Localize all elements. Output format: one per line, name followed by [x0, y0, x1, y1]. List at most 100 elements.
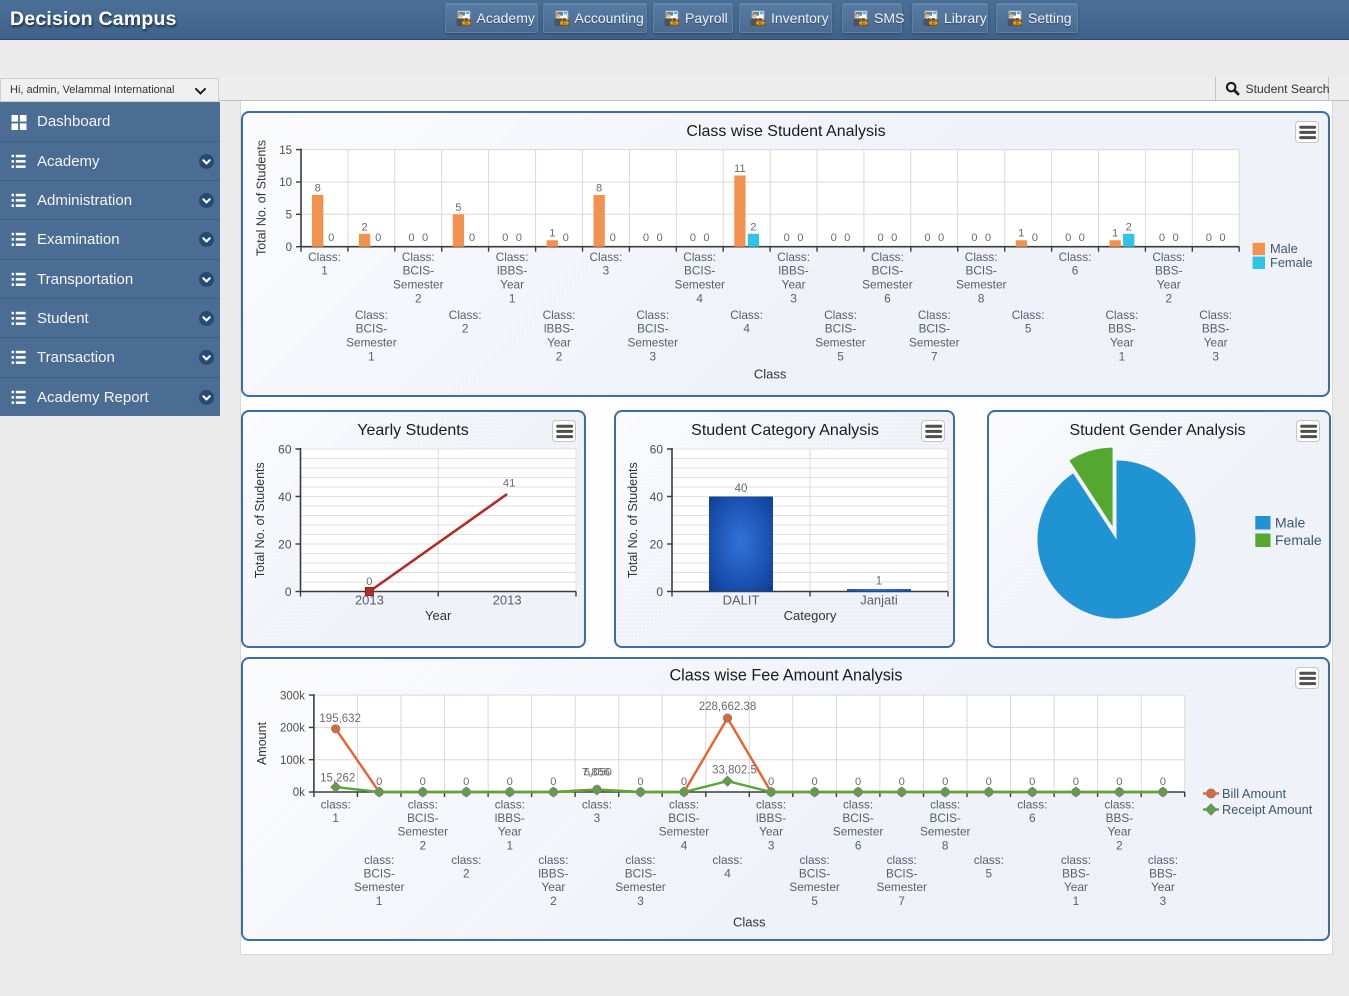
- svg-text:0: 0: [811, 776, 817, 788]
- svg-text:0: 0: [420, 776, 426, 788]
- svg-text:Male: Male: [1275, 515, 1306, 531]
- svg-text:class:: class:: [582, 797, 612, 811]
- svg-text:0: 0: [328, 232, 334, 244]
- svg-text:60: 60: [278, 442, 292, 456]
- svg-text:1: 1: [376, 893, 383, 907]
- svg-text:Class:: Class:: [1152, 249, 1185, 263]
- svg-text:0: 0: [942, 776, 948, 788]
- svg-text:class:: class:: [538, 853, 568, 867]
- svg-text:Year: Year: [498, 824, 522, 838]
- svg-text:Total No. of Students: Total No. of Students: [255, 139, 269, 255]
- svg-text:BCIS-: BCIS-: [637, 321, 669, 335]
- svg-text:6: 6: [1072, 263, 1079, 277]
- svg-text:Class:: Class:: [1199, 307, 1232, 321]
- svg-text:Class:: Class:: [449, 307, 482, 321]
- svg-text:200k: 200k: [280, 722, 305, 734]
- svg-text:0: 0: [924, 232, 930, 244]
- svg-text:15: 15: [279, 144, 292, 156]
- svg-text:Year: Year: [547, 335, 571, 349]
- svg-text:BCIS-: BCIS-: [668, 811, 700, 825]
- svg-text:0: 0: [703, 232, 709, 244]
- svg-text:6: 6: [855, 838, 862, 852]
- svg-text:BBS-: BBS-: [1108, 321, 1136, 335]
- svg-text:class:: class:: [1061, 853, 1091, 867]
- svg-text:0: 0: [285, 585, 292, 599]
- svg-text:2013: 2013: [493, 593, 522, 608]
- svg-text:BCIS-: BCIS-: [842, 811, 874, 825]
- svg-text:1: 1: [549, 227, 555, 239]
- svg-text:Year: Year: [1204, 335, 1228, 349]
- svg-text:41: 41: [503, 478, 515, 490]
- svg-text:Year: Year: [1151, 880, 1175, 894]
- svg-text:BCIS-: BCIS-: [929, 811, 961, 825]
- svg-text:0: 0: [986, 776, 992, 788]
- svg-text:Class wise Student Analysis: Class wise Student Analysis: [686, 123, 885, 140]
- svg-text:1: 1: [321, 263, 328, 277]
- svg-text:5: 5: [286, 209, 292, 221]
- svg-text:Semester: Semester: [815, 335, 866, 349]
- svg-text:8: 8: [942, 838, 949, 852]
- svg-text:60: 60: [649, 442, 663, 456]
- svg-text:Class:: Class:: [1012, 307, 1045, 321]
- svg-text:Semester: Semester: [789, 880, 840, 894]
- svg-text:0: 0: [1219, 232, 1225, 244]
- svg-text:BBS-: BBS-: [1202, 321, 1230, 335]
- svg-text:8: 8: [978, 291, 985, 305]
- svg-text:100k: 100k: [280, 754, 305, 766]
- svg-text:class:: class:: [451, 853, 481, 867]
- svg-text:0: 0: [550, 776, 556, 788]
- svg-text:40: 40: [734, 483, 747, 495]
- svg-text:33,802.5: 33,802.5: [712, 764, 757, 776]
- svg-text:Student Gender Analysis: Student Gender Analysis: [1069, 422, 1245, 439]
- svg-text:20: 20: [649, 537, 663, 551]
- svg-text:0: 0: [1065, 232, 1071, 244]
- svg-text:BCIS-: BCIS-: [684, 263, 716, 277]
- svg-text:2: 2: [1126, 221, 1132, 233]
- svg-text:2: 2: [550, 893, 557, 907]
- svg-text:1: 1: [368, 349, 375, 363]
- svg-text:class:: class:: [974, 853, 1004, 867]
- svg-text:Year: Year: [759, 824, 783, 838]
- svg-text:0: 0: [643, 232, 649, 244]
- svg-text:10: 10: [279, 177, 292, 189]
- svg-text:0: 0: [1029, 776, 1035, 788]
- svg-text:1: 1: [1112, 227, 1118, 239]
- svg-text:0: 0: [610, 232, 616, 244]
- svg-text:20: 20: [278, 537, 292, 551]
- svg-text:Semester: Semester: [862, 277, 913, 291]
- svg-text:0: 0: [1172, 232, 1178, 244]
- svg-text:Class:: Class:: [871, 249, 904, 263]
- svg-text:BBS-: BBS-: [1149, 866, 1177, 880]
- svg-text:Class:: Class:: [918, 307, 951, 321]
- svg-text:Class:: Class:: [824, 307, 857, 321]
- svg-text:lBBS-: lBBS-: [538, 866, 568, 880]
- svg-text:Class: Class: [754, 366, 787, 381]
- svg-text:6,050: 6,050: [584, 766, 612, 778]
- svg-text:0: 0: [1116, 776, 1122, 788]
- svg-text:class:: class:: [1017, 797, 1047, 811]
- svg-text:3: 3: [1212, 349, 1219, 363]
- svg-text:2013: 2013: [355, 593, 384, 608]
- svg-text:class:: class:: [625, 853, 655, 867]
- svg-text:5: 5: [1025, 321, 1032, 335]
- svg-text:Year: Year: [782, 277, 806, 291]
- svg-text:Semester: Semester: [398, 824, 449, 838]
- svg-text:40: 40: [278, 490, 292, 504]
- svg-text:3: 3: [650, 349, 657, 363]
- svg-text:2: 2: [420, 838, 427, 852]
- svg-text:8: 8: [315, 182, 321, 194]
- svg-text:0: 0: [855, 776, 861, 788]
- svg-text:Class: Class: [733, 914, 766, 929]
- svg-text:228,662.38: 228,662.38: [699, 701, 757, 713]
- svg-text:Category: Category: [783, 608, 836, 623]
- svg-text:BCIS-: BCIS-: [919, 321, 951, 335]
- svg-text:4: 4: [724, 866, 731, 880]
- svg-text:Year: Year: [500, 277, 524, 291]
- svg-text:2: 2: [462, 321, 469, 335]
- svg-text:BCIS-: BCIS-: [356, 321, 388, 335]
- svg-text:0: 0: [637, 776, 643, 788]
- svg-text:0: 0: [899, 776, 905, 788]
- svg-text:Total No. of Students: Total No. of Students: [625, 462, 639, 578]
- svg-text:Semester: Semester: [628, 335, 679, 349]
- svg-text:Class:: Class:: [543, 307, 576, 321]
